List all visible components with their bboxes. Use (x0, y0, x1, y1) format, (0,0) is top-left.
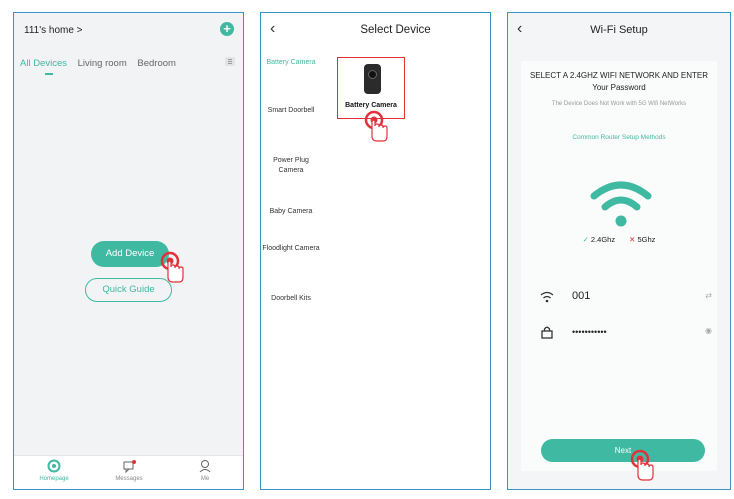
tab-living-room[interactable]: Living room (78, 58, 127, 69)
plus-circle-icon[interactable]: + (220, 22, 234, 36)
password-value: ••••••••••• (572, 327, 607, 337)
category-smart-doorbell[interactable]: Smart Doorbell (261, 106, 321, 116)
user-icon (199, 460, 211, 473)
tap-hand-icon (364, 110, 388, 142)
quick-guide-button[interactable]: Quick Guide (85, 278, 172, 302)
router-setup-link[interactable]: Common Router Setup Methods (508, 134, 730, 141)
tab-all-devices[interactable]: All Devices (20, 58, 67, 69)
menu-icon[interactable] (225, 57, 235, 66)
tap-hand-icon (630, 449, 654, 481)
next-button[interactable]: Next (541, 439, 705, 462)
switch-network-icon[interactable]: ⇄ (705, 291, 712, 300)
category-power-plug-camera[interactable]: Power Plug Camera (261, 156, 321, 176)
category-battery-camera[interactable]: Battery Camera (261, 58, 321, 68)
camera-icon (364, 64, 381, 94)
select-device-panel: ‹ Select Device Battery Camera Smart Doo… (260, 12, 491, 490)
wifi-small-icon (540, 291, 554, 303)
eye-icon[interactable]: ◉ (705, 326, 712, 335)
nav-me-label: Me (200, 476, 210, 482)
wifi-password-field[interactable]: ••••••••••• ◉ (540, 323, 712, 341)
category-floodlight-camera[interactable]: Floodlight Camera (261, 244, 321, 254)
wifi-setup-panel: ‹ Wi-Fi Setup SELECT A 2.4GHZ WIFI NETWO… (507, 12, 731, 490)
category-baby-camera[interactable]: Baby Camera (261, 207, 321, 217)
wifi-heading: SELECT A 2.4GHZ WIFI NETWORK AND ENTER Y… (529, 71, 709, 92)
tab-bedroom[interactable]: Bedroom (137, 58, 176, 69)
wifi-ssid-field[interactable]: 001 ⇄ (540, 288, 712, 306)
nav-messages[interactable]: Messages (99, 459, 159, 482)
tap-hand-icon (160, 251, 184, 283)
band-no-label: 5Ghz (637, 235, 656, 244)
messages-icon (123, 460, 136, 473)
home-screen-panel: 111's home > + All Devices Living room B… (13, 12, 244, 490)
band-ok-label: 2.4Ghz (590, 235, 616, 244)
page-title: Wi-Fi Setup (590, 24, 648, 36)
bottom-nav: Homepage Messages Me (14, 455, 243, 489)
room-tabs: All Devices Living room Bedroom (20, 58, 184, 69)
nav-messages-label: Messages (115, 476, 143, 482)
home-icon (47, 459, 61, 473)
wifi-note: The Device Does Not Work with 5G Wifi Ne… (551, 101, 687, 107)
device-label: Battery Camera (345, 102, 397, 109)
nav-homepage-label: Homepage (39, 476, 69, 482)
active-tab-indicator (45, 73, 53, 75)
check-icon: ✓ (582, 235, 589, 244)
page-title: Select Device (360, 24, 431, 36)
home-title[interactable]: 111's home > (24, 25, 83, 36)
category-doorbell-kits[interactable]: Doorbell Kits (261, 294, 321, 304)
wifi-icon (590, 181, 652, 227)
add-device-button[interactable]: Add Device (91, 241, 169, 267)
nav-homepage[interactable]: Homepage (24, 459, 84, 482)
nav-me[interactable]: Me (175, 459, 235, 482)
lock-icon (541, 326, 553, 339)
band-support-row: ✓ 2.4Ghz ✕ 5Ghz (508, 235, 730, 244)
cross-icon: ✕ (629, 235, 636, 244)
wifi-card (521, 61, 717, 471)
ssid-value: 001 (572, 290, 591, 302)
